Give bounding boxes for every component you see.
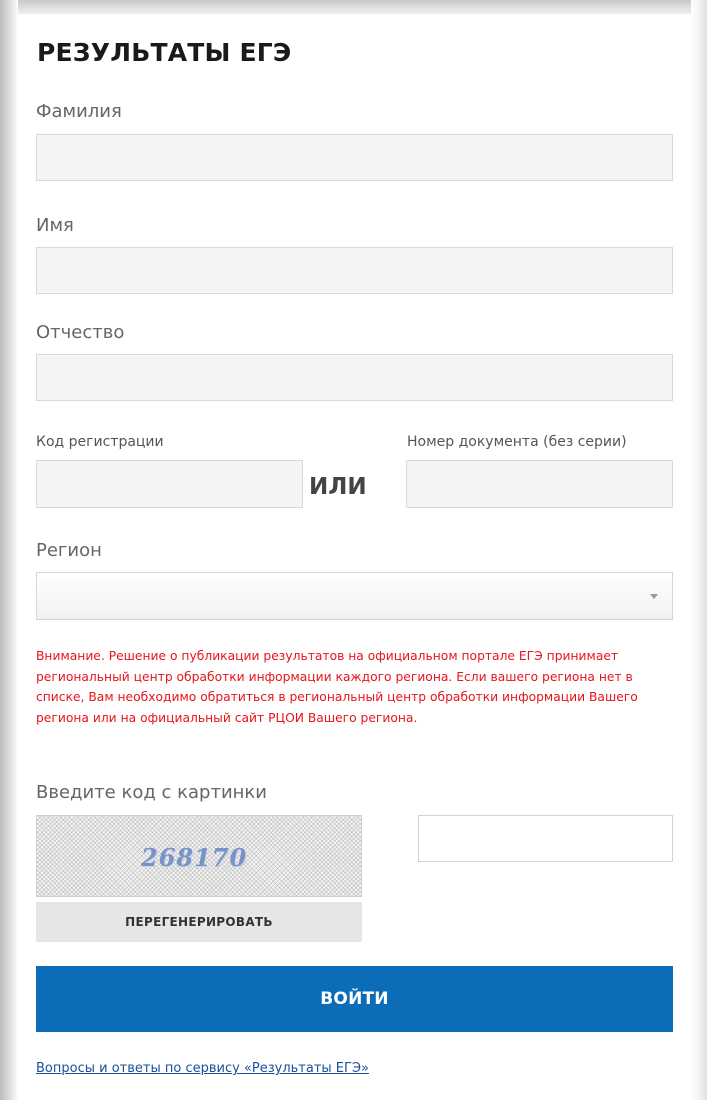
captcha-label: Введите код с картинки xyxy=(36,782,267,803)
document-number-label: Номер документа (без серии) xyxy=(407,434,627,450)
region-select[interactable] xyxy=(36,572,673,620)
page-title: РЕЗУЛЬТАТЫ ЕГЭ xyxy=(37,38,292,67)
chevron-down-icon xyxy=(650,594,658,599)
middle-name-label: Отчество xyxy=(36,322,125,343)
region-label: Регион xyxy=(36,540,102,561)
document-number-input[interactable] xyxy=(406,460,673,508)
registration-code-label: Код регистрации xyxy=(36,434,164,450)
last-name-label: Фамилия xyxy=(36,101,122,122)
login-button[interactable]: ВОЙТИ xyxy=(36,966,673,1032)
captcha-image: 268170 xyxy=(36,815,362,897)
window-shadow-left xyxy=(0,0,18,1100)
results-form-card: РЕЗУЛЬТАТЫ ЕГЭ Фамилия Имя Отчество Код … xyxy=(18,14,691,1100)
registration-code-input[interactable] xyxy=(36,460,303,508)
or-separator: ИЛИ xyxy=(309,474,367,500)
first-name-input[interactable] xyxy=(36,247,673,294)
last-name-input[interactable] xyxy=(36,134,673,181)
window-shadow-right xyxy=(691,0,707,1100)
captcha-input[interactable] xyxy=(418,815,673,862)
faq-link[interactable]: Вопросы и ответы по сервису «Результаты … xyxy=(36,1061,369,1076)
first-name-label: Имя xyxy=(36,215,74,236)
captcha-code: 268170 xyxy=(141,843,248,872)
middle-name-input[interactable] xyxy=(36,354,673,401)
region-warning-text: Внимание. Решение о публикации результат… xyxy=(36,649,638,725)
regenerate-captcha-button[interactable]: ПЕРЕГЕНЕРИРОВАТЬ xyxy=(36,902,362,942)
